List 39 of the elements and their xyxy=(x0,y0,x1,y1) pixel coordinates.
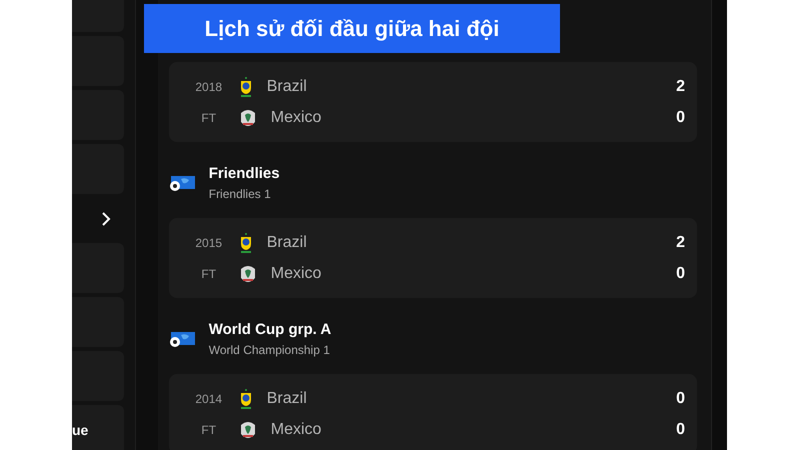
match-status: FT xyxy=(200,422,218,436)
team-score: 0 xyxy=(676,264,686,282)
team-name: Brazil xyxy=(266,234,308,252)
team-name: Mexico xyxy=(270,264,322,282)
match-card[interactable]: 2014 Brazil 0 FT Mexico 0 xyxy=(168,374,698,450)
match-status: FT xyxy=(200,266,218,280)
team-score: 0 xyxy=(676,108,686,126)
match-card[interactable]: 2018 Brazil 2 FT Mexico 0 xyxy=(168,62,698,142)
team-score: 0 xyxy=(676,420,686,438)
banner-title: Lịch sử đối đầu giữa hai đội xyxy=(144,4,560,53)
league-name: World Cup grp. A xyxy=(208,320,332,338)
match-card[interactable]: 2015 Brazil 2 FT Mexico 0 xyxy=(168,218,698,298)
match-year: 2018 xyxy=(194,80,224,94)
team-name: Mexico xyxy=(270,420,322,438)
crest-icon xyxy=(238,76,253,98)
match-year: 2015 xyxy=(194,236,224,250)
league-icon xyxy=(168,330,195,346)
sidebar-item[interactable] xyxy=(72,297,124,347)
sidebar-item[interactable] xyxy=(72,144,124,194)
chevron-right-icon[interactable] xyxy=(100,210,111,226)
league-subtitle: Friendlies 1 xyxy=(208,186,272,200)
sidebar-item[interactable] xyxy=(72,243,124,293)
match-status: FT xyxy=(200,110,218,124)
team-score: 2 xyxy=(676,234,686,252)
team-name: Brazil xyxy=(266,78,308,96)
match-year: 2014 xyxy=(194,392,224,406)
team-score: 2 xyxy=(676,78,686,96)
sidebar-item[interactable] xyxy=(72,90,124,140)
sidebar-item[interactable]: ue xyxy=(72,405,124,450)
sidebar-item[interactable] xyxy=(72,36,124,86)
team-name: Mexico xyxy=(270,108,322,126)
team-score: 0 xyxy=(676,390,686,408)
team-name: Brazil xyxy=(266,390,308,408)
league-icon xyxy=(168,174,195,190)
league-name: Friendlies xyxy=(208,164,280,182)
crest-icon xyxy=(238,232,253,254)
crest-icon xyxy=(238,388,253,410)
sidebar-item[interactable] xyxy=(72,351,124,401)
league-subtitle: World Championship 1 xyxy=(208,342,331,356)
